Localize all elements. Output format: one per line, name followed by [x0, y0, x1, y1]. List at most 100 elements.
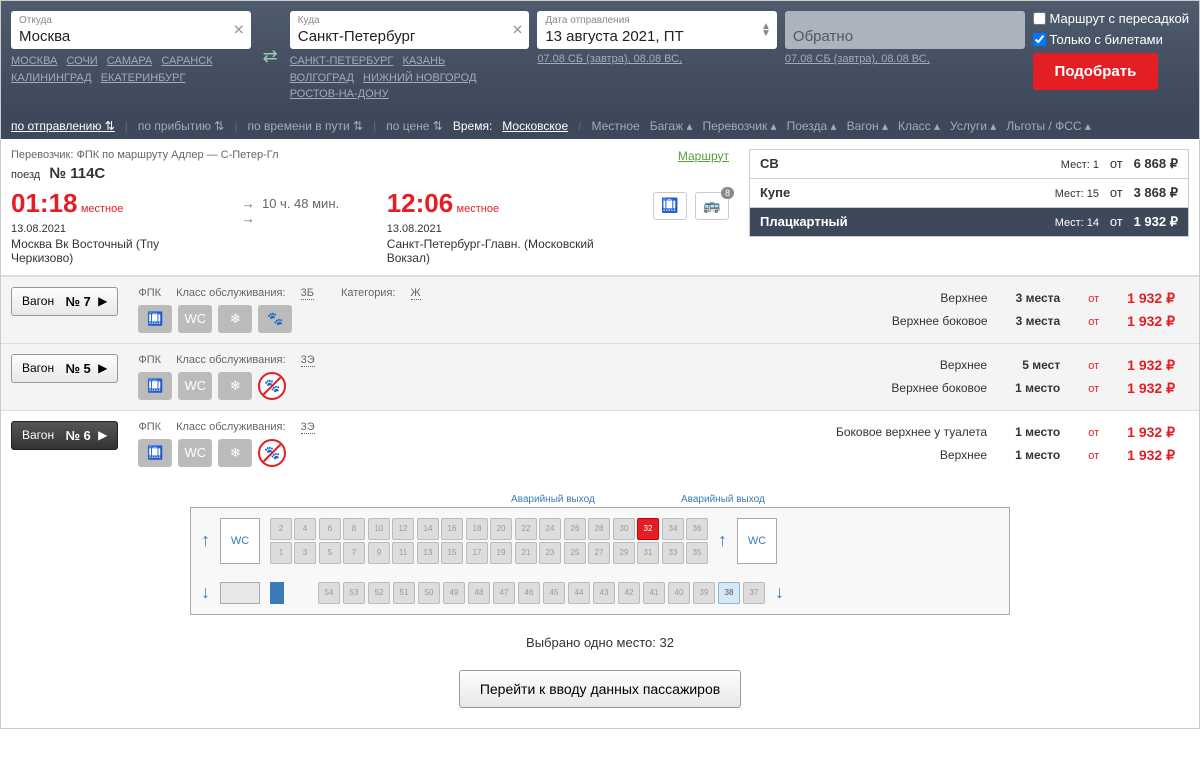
- hint-city[interactable]: СОЧИ: [66, 55, 97, 67]
- filter-services[interactable]: Услуги ▴: [950, 119, 996, 133]
- seat-31[interactable]: 31: [637, 542, 659, 564]
- hint-city[interactable]: МОСКВА: [11, 55, 57, 67]
- seat-23[interactable]: 23: [539, 542, 561, 564]
- seat-34[interactable]: 34: [662, 518, 684, 540]
- seat-50[interactable]: 50: [418, 582, 440, 604]
- seat-8[interactable]: 8: [343, 518, 365, 540]
- seat-10[interactable]: 10: [368, 518, 390, 540]
- seat-47[interactable]: 47: [493, 582, 515, 604]
- filter-wagon[interactable]: Вагон ▴: [847, 119, 888, 133]
- class-row-plats[interactable]: Плацкартный Мест: 14 от 1 932 ₽: [749, 207, 1189, 237]
- seat-12[interactable]: 12: [392, 518, 414, 540]
- seat-49[interactable]: 49: [443, 582, 465, 604]
- seat-38[interactable]: 38: [718, 582, 740, 604]
- seat-22[interactable]: 22: [515, 518, 537, 540]
- seat-51[interactable]: 51: [393, 582, 415, 604]
- from-field[interactable]: Откуда Москва ✕: [11, 11, 251, 49]
- seat-36[interactable]: 36: [686, 518, 708, 540]
- seat-26[interactable]: 26: [564, 518, 586, 540]
- seat-18[interactable]: 18: [466, 518, 488, 540]
- seat-37[interactable]: 37: [743, 582, 765, 604]
- seat-43[interactable]: 43: [593, 582, 615, 604]
- wagon-button-7[interactable]: Вагон № 7 ▶: [11, 287, 118, 316]
- seat-14[interactable]: 14: [417, 518, 439, 540]
- seat-52[interactable]: 52: [368, 582, 390, 604]
- filter-carrier[interactable]: Перевозчик ▴: [702, 119, 776, 133]
- seat-48[interactable]: 48: [468, 582, 490, 604]
- seat-5[interactable]: 5: [319, 542, 341, 564]
- date-field[interactable]: Дата отправления 13 августа 2021, ПТ ▲▼: [537, 11, 777, 49]
- seat-46[interactable]: 46: [518, 582, 540, 604]
- seat-28[interactable]: 28: [588, 518, 610, 540]
- route-link[interactable]: Маршрут: [678, 149, 729, 165]
- seat-19[interactable]: 19: [490, 542, 512, 564]
- seat-33[interactable]: 33: [662, 542, 684, 564]
- sort-arrival[interactable]: по прибытию ⇅: [138, 119, 224, 133]
- seat-30[interactable]: 30: [613, 518, 635, 540]
- sort-departure[interactable]: по отправлению ⇅: [11, 119, 115, 133]
- wagon-button-6[interactable]: Вагон № 6 ▶: [11, 421, 118, 450]
- class-row-kupe[interactable]: Купе Мест: 15 от 3 868 ₽: [749, 178, 1189, 208]
- seat-54[interactable]: 54: [318, 582, 340, 604]
- seat-40[interactable]: 40: [668, 582, 690, 604]
- swap-icon[interactable]: ⇄: [259, 46, 282, 67]
- arrival-tz: местное: [457, 203, 500, 215]
- seat-9[interactable]: 9: [368, 542, 390, 564]
- hint-city[interactable]: САНКТ-ПЕТЕРБУРГ: [290, 55, 394, 67]
- seat-29[interactable]: 29: [613, 542, 635, 564]
- filter-trains[interactable]: Поезда ▴: [787, 119, 837, 133]
- hint-city[interactable]: НИЖНИЙ НОВГОРОД: [363, 72, 476, 84]
- seat-42[interactable]: 42: [618, 582, 640, 604]
- seat-24[interactable]: 24: [539, 518, 561, 540]
- spinner-icon[interactable]: ▲▼: [761, 23, 771, 37]
- hint-city[interactable]: КАЗАНЬ: [402, 55, 445, 67]
- proceed-button[interactable]: Перейти к вводу данных пассажиров: [459, 670, 741, 708]
- hint-city[interactable]: РОСТОВ-НА-ДОНУ: [290, 88, 389, 100]
- filter-class[interactable]: Класс ▴: [898, 119, 940, 133]
- wagon-button-5[interactable]: Вагон № 5 ▶: [11, 354, 118, 383]
- seat-39[interactable]: 39: [693, 582, 715, 604]
- seat-6[interactable]: 6: [319, 518, 341, 540]
- seat-44[interactable]: 44: [568, 582, 590, 604]
- seat-13[interactable]: 13: [417, 542, 439, 564]
- to-field[interactable]: Куда Санкт-Петербург ✕: [290, 11, 530, 49]
- hint-city[interactable]: САРАНСК: [161, 55, 212, 67]
- cb-transfer[interactable]: Маршрут с пересадкой: [1033, 11, 1190, 26]
- seat-25[interactable]: 25: [564, 542, 586, 564]
- tz-local[interactable]: Местное: [591, 119, 639, 133]
- clear-to-icon[interactable]: ✕: [512, 22, 524, 39]
- seat-15[interactable]: 15: [441, 542, 463, 564]
- return-field[interactable]: Обратно: [785, 11, 1025, 49]
- seat-17[interactable]: 17: [466, 542, 488, 564]
- seat-3[interactable]: 3: [294, 542, 316, 564]
- seat-20[interactable]: 20: [490, 518, 512, 540]
- seat-1[interactable]: 1: [270, 542, 292, 564]
- tz-moscow[interactable]: Московское: [502, 119, 568, 133]
- seat-27[interactable]: 27: [588, 542, 610, 564]
- hint-city[interactable]: КАЛИНИНГРАД: [11, 72, 92, 84]
- seat-35[interactable]: 35: [686, 542, 708, 564]
- submit-button[interactable]: Подобрать: [1033, 53, 1159, 90]
- class-row-sv[interactable]: СВ Мест: 1 от 6 868 ₽: [749, 149, 1189, 179]
- seat-32[interactable]: 32: [637, 518, 659, 540]
- seat-2[interactable]: 2: [270, 518, 292, 540]
- seat-16[interactable]: 16: [441, 518, 463, 540]
- hint-city[interactable]: ВОЛГОГРАД: [290, 72, 354, 84]
- clear-from-icon[interactable]: ✕: [233, 22, 245, 39]
- seat-53[interactable]: 53: [343, 582, 365, 604]
- sort-duration[interactable]: по времени в пути ⇅: [247, 119, 363, 133]
- sort-price[interactable]: по цене ⇅: [386, 119, 443, 133]
- hint-city[interactable]: САМАРА: [107, 55, 152, 67]
- hint-city[interactable]: ЕКАТЕРИНБУРГ: [101, 72, 186, 84]
- filter-baggage[interactable]: Багаж ▴: [650, 119, 693, 133]
- filter-benefits[interactable]: Льготы / ФСС ▴: [1006, 119, 1091, 133]
- seat-41[interactable]: 41: [643, 582, 665, 604]
- seat-4[interactable]: 4: [294, 518, 316, 540]
- cb-tickets-input[interactable]: [1033, 33, 1046, 46]
- seat-11[interactable]: 11: [392, 542, 414, 564]
- cb-tickets[interactable]: Только с билетами: [1033, 32, 1190, 47]
- cb-transfer-input[interactable]: [1033, 12, 1046, 25]
- seat-21[interactable]: 21: [515, 542, 537, 564]
- seat-7[interactable]: 7: [343, 542, 365, 564]
- seat-45[interactable]: 45: [543, 582, 565, 604]
